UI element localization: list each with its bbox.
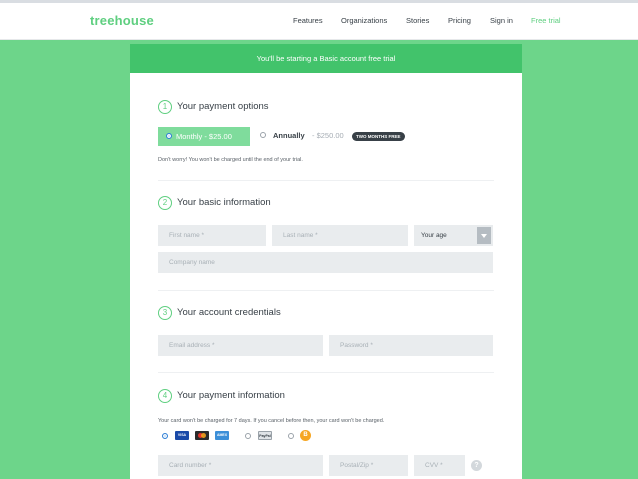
radio-selected-icon[interactable] <box>166 133 172 139</box>
step-title: Your account credentials <box>177 307 281 318</box>
nav-pricing[interactable]: Pricing <box>448 16 471 25</box>
last-name-input[interactable] <box>272 225 408 246</box>
bitcoin-radio-icon[interactable] <box>288 433 294 439</box>
credit-card-radio-icon[interactable] <box>162 433 168 439</box>
paypal-icon: PayPal <box>258 431 272 440</box>
nav-stories[interactable]: Stories <box>406 16 429 25</box>
treehouse-logo[interactable]: treehouse <box>90 13 154 28</box>
two-months-free-badge: TWO MONTHS FREE <box>352 132 405 141</box>
chevron-down-icon[interactable] <box>477 227 491 244</box>
trial-banner: You'll be starting a Basic account free … <box>130 44 522 73</box>
annual-plan-label: Annually <box>273 131 305 140</box>
charge-note: Don't worry! You won't be charged until … <box>158 157 303 163</box>
visa-card-icon: VISA <box>175 431 189 440</box>
postal-code-input[interactable] <box>329 455 408 476</box>
nav-free-trial[interactable]: Free trial <box>531 16 561 25</box>
card-number-input[interactable] <box>158 455 323 476</box>
site-header: treehouse Features Organizations Stories… <box>0 3 638 40</box>
section-divider <box>158 290 494 291</box>
password-input[interactable] <box>329 335 493 356</box>
age-select-label: Your age <box>421 232 447 239</box>
nav-organizations[interactable]: Organizations <box>341 16 387 25</box>
signup-card: You'll be starting a Basic account free … <box>130 44 522 479</box>
step-number: 2 <box>158 196 172 210</box>
step-number: 3 <box>158 306 172 320</box>
monthly-plan-label: Monthly - $25.00 <box>176 132 232 141</box>
nav-features[interactable]: Features <box>293 16 323 25</box>
step-title: Your basic information <box>177 197 271 208</box>
amex-card-icon: AMEX <box>215 431 229 440</box>
step-number: 1 <box>158 100 172 114</box>
mastercard-icon <box>195 431 209 440</box>
payment-method-row: VISA AMEX PayPal B <box>162 430 322 442</box>
monthly-plan-option[interactable]: Monthly - $25.00 <box>158 127 250 146</box>
radio-icon[interactable] <box>260 132 266 138</box>
bitcoin-icon: B <box>300 430 311 441</box>
step-title: Your payment information <box>177 390 285 401</box>
email-input[interactable] <box>158 335 323 356</box>
cvv-input[interactable] <box>414 455 465 476</box>
age-select[interactable]: Your age <box>414 225 493 246</box>
paypal-radio-icon[interactable] <box>245 433 251 439</box>
annual-plan-price: - $250.00 <box>312 131 344 140</box>
section-divider <box>158 372 494 373</box>
section-divider <box>158 180 494 181</box>
nav-sign-in[interactable]: Sign in <box>490 16 513 25</box>
help-icon[interactable]: ? <box>471 460 482 471</box>
card-charge-note: Your card won't be charged for 7 days. I… <box>158 418 385 424</box>
first-name-input[interactable] <box>158 225 266 246</box>
step-title: Your payment options <box>177 101 269 112</box>
company-name-input[interactable] <box>158 252 493 273</box>
step-number: 4 <box>158 389 172 403</box>
